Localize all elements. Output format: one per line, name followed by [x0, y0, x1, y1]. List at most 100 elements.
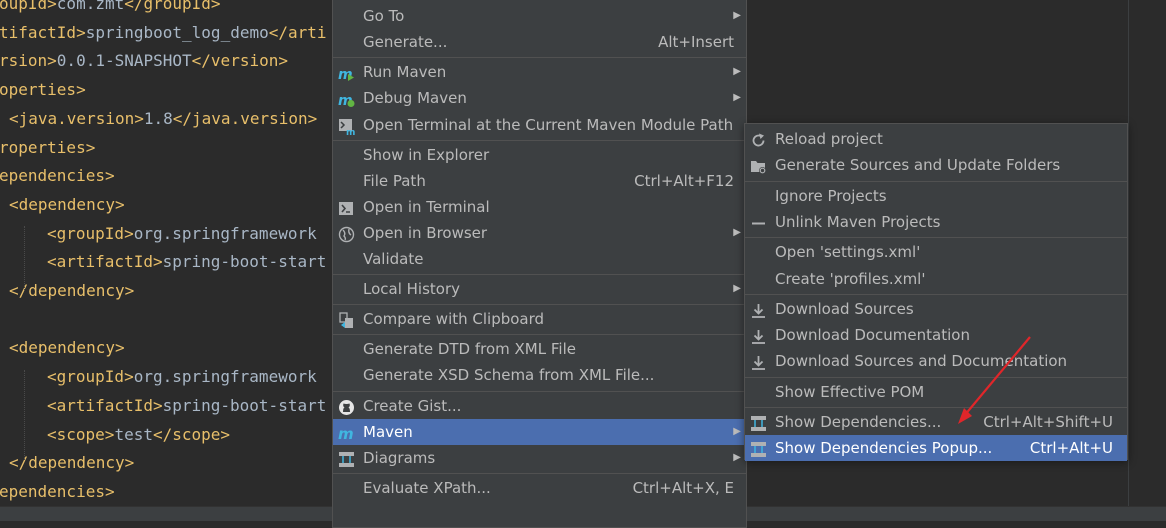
menu-item-compare-with-clipboard[interactable]: Compare with Clipboard	[333, 306, 746, 332]
diagram-icon	[338, 450, 355, 467]
menu-item-label: Ignore Projects	[775, 186, 887, 205]
xml-tag: </arti	[268, 22, 327, 42]
code-line: </dependency>	[9, 277, 134, 305]
github-icon	[338, 398, 355, 415]
menu-item-label: Show Effective POM	[775, 382, 925, 401]
menu-item-file-path[interactable]: File Path Ctrl+Alt+F12	[333, 168, 746, 194]
menu-item-generate-dtd-from-xml-file[interactable]: Generate DTD from XML File	[333, 336, 746, 362]
menu-item-show-effective-pom[interactable]: Show Effective POM	[745, 379, 1127, 405]
download-icon	[750, 327, 767, 344]
menu-item-open-terminal-at-the-current-maven-module-path[interactable]: m Open Terminal at the Current Maven Modu…	[333, 112, 746, 138]
xml-tag: </version>	[191, 51, 288, 71]
code-line: <java.version>1.8</java.version>	[9, 105, 317, 133]
menu-item-label: Show Dependencies...	[775, 413, 942, 431]
xml-tag: <dependency>	[9, 338, 125, 358]
menu-item-label: Open Terminal at the Current Maven Modul…	[363, 115, 734, 134]
menu-item-generate-sources-and-update-folders[interactable]: Generate Sources and Update Folders	[745, 152, 1127, 178]
menu-item-run-maven[interactable]: m Run Maven ▶	[333, 59, 746, 85]
menu-item-create-profiles-xml[interactable]: Create 'profiles.xml'	[745, 266, 1127, 292]
code-line: <groupId>org.springframework	[47, 220, 317, 248]
menu-item-shortcut: Ctrl+Alt+X, E	[632, 478, 734, 497]
dependencies-icon	[750, 440, 767, 458]
xml-tag: <artifactId>	[47, 252, 163, 272]
menu-item-open-in-browser[interactable]: Open in Browser ▶	[333, 220, 746, 246]
code-line: <dependency>	[9, 334, 125, 362]
menu-item-debug-maven[interactable]: m Debug Maven ▶	[333, 85, 746, 111]
menu-item-shortcut: Alt+Insert	[658, 33, 734, 52]
menu-item-show-in-explorer[interactable]: Show in Explorer	[333, 142, 746, 168]
menu-item-open-in-terminal[interactable]: Open in Terminal	[333, 194, 746, 220]
menu-item-download-documentation[interactable]: Download Documentation	[745, 322, 1127, 348]
indent-guide	[24, 226, 26, 290]
menu-item-label: Go To	[363, 7, 405, 26]
context-menu: AnalyzeGo To▶Generate...Alt+InsertmRun M…	[332, 0, 747, 528]
menu-item-label: Compare with Clipboard	[363, 310, 545, 329]
menu-item-maven[interactable]: m Maven ▶	[333, 418, 746, 445]
xml-tag: operties>	[0, 80, 86, 100]
xml-tag: </dependency>	[9, 281, 135, 300]
menu-item-diagrams[interactable]: Diagrams ▶	[333, 445, 746, 471]
compare-icon	[338, 311, 355, 329]
menu-item-local-history[interactable]: Local History ▶	[333, 276, 746, 302]
reload-icon	[750, 131, 767, 148]
editor-gutter-right	[1128, 0, 1166, 506]
xml-tag: <groupId>	[47, 367, 134, 387]
code-line: tifactId>springboot_log_demo</arti	[0, 19, 327, 47]
menu-item-generate-xsd-schema-from-xml-file[interactable]: Generate XSD Schema from XML File...	[333, 362, 746, 388]
menu-separator	[333, 139, 746, 141]
code-line: roperties>	[0, 134, 95, 162]
menu-item-unlink-maven-projects[interactable]: Unlink Maven Projects	[745, 209, 1127, 235]
menu-item-label: Create 'profiles.xml'	[775, 269, 926, 288]
code-line: ependencies>	[0, 478, 115, 506]
xml-tag: tifactId>	[0, 22, 86, 42]
menu-item-label: Open 'settings.xml'	[775, 243, 921, 262]
menu-item-label: Run Maven	[363, 63, 447, 82]
menu-item-go-to[interactable]: Go To ▶	[333, 3, 746, 29]
menu-item-label: Show Dependencies Popup...	[775, 439, 993, 458]
menu-separator	[333, 334, 746, 336]
menu-item-evaluate-xpath[interactable]: Evaluate XPath... Ctrl+Alt+X, E	[333, 475, 746, 501]
svg-text:m: m	[338, 67, 353, 82]
menu-item-validate[interactable]: Validate	[333, 246, 746, 272]
menu-item-open-settings-xml[interactable]: Open 'settings.xml'	[745, 239, 1127, 265]
submenu-arrow-icon: ▶	[733, 451, 741, 463]
menu-item-ignore-projects[interactable]: Ignore Projects	[745, 183, 1127, 209]
xml-tag: <groupId>	[47, 223, 134, 243]
menu-item-generate[interactable]: Generate... Alt+Insert	[333, 29, 746, 55]
menu-separator	[333, 274, 746, 276]
menu-item-download-sources[interactable]: Download Sources	[745, 296, 1127, 322]
menu-item-label: Local History	[363, 280, 461, 299]
code-line: rsion>0.0.1-SNAPSHOT</version>	[0, 47, 288, 75]
menu-separator	[333, 304, 746, 306]
code-line: <artifactId>spring-boot-start	[47, 392, 326, 420]
menu-item-show-dependencies[interactable]: Show Dependencies... Ctrl+Alt+Shift+U	[745, 409, 1127, 435]
xml-tag: </scope>	[152, 424, 231, 444]
download-icon	[750, 301, 767, 318]
code-line: <artifactId>spring-boot-start	[47, 248, 326, 276]
menu-item-reload-project[interactable]: Reload project	[745, 126, 1127, 152]
menu-separator	[745, 376, 1127, 378]
menu-item-show-dependencies-popup[interactable]: Show Dependencies Popup... Ctrl+Alt+U	[745, 435, 1127, 462]
terminal-icon	[338, 199, 355, 216]
menu-item-label: Show in Explorer	[363, 145, 490, 164]
menu-item-label: Evaluate XPath...	[363, 478, 491, 497]
code-line: ependencies>	[0, 162, 115, 190]
xml-tag: rsion>	[0, 51, 57, 71]
globe-icon	[338, 225, 355, 243]
menu-item-download-sources-and-documentation[interactable]: Download Sources and Documentation	[745, 348, 1127, 374]
submenu-arrow-icon: ▶	[733, 10, 741, 22]
code-line: operties>	[0, 76, 86, 104]
xml-tag: <scope>	[47, 424, 115, 444]
code-line: oupId>com.zmt</groupId>	[0, 0, 221, 18]
submenu-arrow-icon: ▶	[733, 66, 741, 78]
xml-tag: <artifactId>	[47, 395, 163, 415]
xml-tag: <java.version>	[9, 108, 144, 128]
xml-text: test	[114, 424, 153, 444]
menu-item-label: Generate DTD from XML File	[363, 340, 576, 359]
xml-tag: ependencies>	[0, 166, 115, 186]
submenu-arrow-icon: ▶	[733, 226, 741, 238]
menu-item-create-gist[interactable]: Create Gist...	[333, 393, 746, 419]
annotation-arrow	[958, 336, 1031, 424]
code-line: </dependency>	[9, 449, 134, 477]
menu-item-label: Generate...	[363, 33, 448, 52]
